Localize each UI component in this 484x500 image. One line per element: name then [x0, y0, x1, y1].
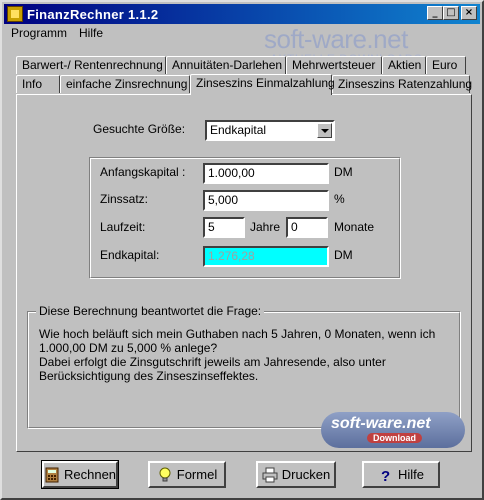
laufzeit-years-field[interactable]: 5 [203, 217, 245, 238]
close-button[interactable]: × [461, 6, 477, 20]
explanation-line-1: Wie hoch beläuft sich mein Guthaben nach… [39, 327, 436, 341]
laufzeit-label: Laufzeit: [100, 220, 146, 234]
laufzeit-months-field[interactable]: 0 [286, 217, 328, 238]
explanation-legend: Diese Berechnung beantwortet die Frage: [36, 304, 265, 318]
anfangskapital-label: Anfangskapital : [100, 165, 186, 179]
menu-bar: Programm Hilfe [6, 26, 103, 44]
tab-einfache-zinsrechnung[interactable]: einfache Zinsrechnung [60, 75, 190, 93]
zinssatz-label: Zinssatz: [100, 192, 149, 206]
zinssatz-unit: % [334, 192, 345, 206]
download-badge: soft-ware.net Download [321, 412, 465, 448]
tab-panel: Gesuchte Größe: Endkapital Anfangskapita… [16, 94, 472, 452]
title-bar[interactable]: FinanzRechner 1.1.2 _ □ × [4, 4, 480, 24]
explanation-text: Wie hoch beläuft sich mein Guthaben nach… [39, 327, 435, 383]
menu-programm[interactable]: Programm [11, 26, 67, 44]
download-badge-subtitle: Download [367, 433, 422, 443]
watermark-logo: soft-ware.net [264, 24, 408, 54]
window-controls: _ □ × [427, 6, 477, 20]
tab-info[interactable]: Info [16, 75, 60, 93]
chevron-down-icon[interactable] [317, 123, 332, 138]
explanation-line-3: Dabei erfolgt die Zinsgutschrift jeweils… [39, 355, 386, 369]
search-label: Gesuchte Größe: [93, 122, 186, 136]
maximize-button[interactable]: □ [443, 6, 459, 20]
zinssatz-field[interactable]: 5,000 [203, 190, 329, 211]
menu-hilfe[interactable]: Hilfe [79, 26, 103, 44]
endkapital-unit: DM [334, 248, 353, 262]
drucken-button[interactable]: Drucken [256, 461, 336, 488]
endkapital-field: 1.276,28 [203, 246, 329, 267]
explanation-line-2: 1.000,00 DM zu 5,000 % anlege? [39, 341, 218, 355]
tab-zinseszins-einmalzahlung[interactable]: Zinseszins Einmalzahlung [190, 74, 335, 95]
minimize-button[interactable]: _ [427, 6, 443, 20]
hilfe-button[interactable]: ? Hilfe [362, 461, 440, 488]
explanation-line-4: Berücksichtigung des Zinseszinseffektes. [39, 369, 259, 383]
help-question-icon: ? [378, 467, 394, 485]
svg-text:?: ? [381, 468, 390, 483]
laufzeit-years-unit: Jahre [250, 220, 281, 234]
app-window: FinanzRechner 1.1.2 _ □ × Programm Hilfe… [0, 0, 484, 500]
window-title: FinanzRechner 1.1.2 [27, 6, 159, 22]
drucken-label: Drucken [281, 467, 331, 482]
search-select-value: Endkapital [210, 123, 267, 137]
formel-label: Formel [176, 467, 218, 482]
tab-annuitaeten[interactable]: Annuitäten-Darlehen [166, 56, 286, 74]
calculator-app-icon[interactable] [7, 6, 23, 22]
download-badge-title: soft-ware.net [331, 415, 431, 432]
tab-euro[interactable]: Euro [426, 56, 466, 74]
tab-aktien[interactable]: Aktien [382, 56, 426, 74]
anfangskapital-field[interactable]: 1.000,00 [203, 163, 329, 184]
rechnen-button[interactable]: Rechnen [41, 460, 119, 489]
search-select[interactable]: Endkapital [205, 120, 335, 141]
rechnen-label: Rechnen [63, 467, 117, 482]
laufzeit-months-unit: Monate [334, 220, 375, 234]
tab-barwert[interactable]: Barwert-/ Rentenrechnung [16, 56, 166, 74]
endkapital-label: Endkapital: [100, 248, 160, 262]
tab-zinseszins-ratenzahlung[interactable]: Zinseszins Ratenzahlung [332, 75, 472, 93]
calculator-icon [44, 467, 60, 483]
lightbulb-icon [157, 467, 173, 483]
printer-icon [262, 467, 278, 483]
tab-mehrwertsteuer[interactable]: Mehrwertsteuer [286, 56, 382, 74]
formel-button[interactable]: Formel [148, 461, 226, 488]
hilfe-label: Hilfe [397, 467, 424, 482]
anfangskapital-unit: DM [334, 165, 353, 179]
